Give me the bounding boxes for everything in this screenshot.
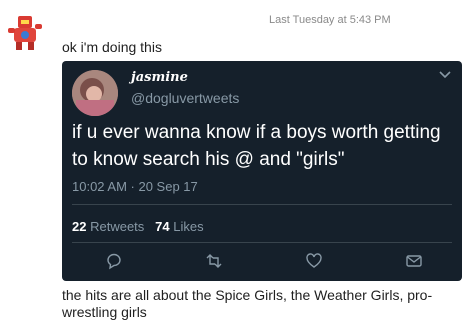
message-timestamp: Last Tuesday at 5:43 PM: [269, 14, 391, 26]
retweets-count[interactable]: 22: [72, 219, 86, 234]
tweet-embed[interactable]: jasmine @dogluvertweets if u ever wanna …: [62, 61, 462, 281]
tweet-stats: 22 Retweets 74 Likes: [72, 219, 204, 234]
like-icon[interactable]: [304, 251, 324, 271]
message-caption: the hits are all about the Spice Girls, …: [62, 287, 433, 320]
tweet-text: if u ever wanna know if a boys worth get…: [72, 122, 441, 170]
message-icon[interactable]: [404, 251, 424, 271]
retweets-label[interactable]: Retweets: [90, 219, 144, 234]
reply-icon[interactable]: [104, 251, 124, 271]
likes-count[interactable]: 74: [155, 219, 169, 234]
divider: [72, 204, 452, 205]
divider: [72, 242, 452, 243]
sender-avatar[interactable]: [4, 10, 48, 54]
likes-label[interactable]: Likes: [173, 219, 203, 234]
tweet-author-name[interactable]: jasmine: [131, 70, 188, 85]
retweet-icon[interactable]: [204, 251, 224, 271]
profile-photo: [72, 70, 118, 116]
tweet-author-handle[interactable]: @dogluvertweets: [131, 90, 239, 106]
tweet-actions: [62, 251, 462, 271]
robot-avatar-icon: [8, 16, 42, 50]
chevron-down-icon[interactable]: [438, 69, 452, 79]
tweet-time[interactable]: 10:02 AM · 20 Sep 17: [72, 179, 198, 194]
tweet-author-avatar[interactable]: [72, 70, 118, 116]
message-text: ok i'm doing this: [62, 39, 162, 55]
